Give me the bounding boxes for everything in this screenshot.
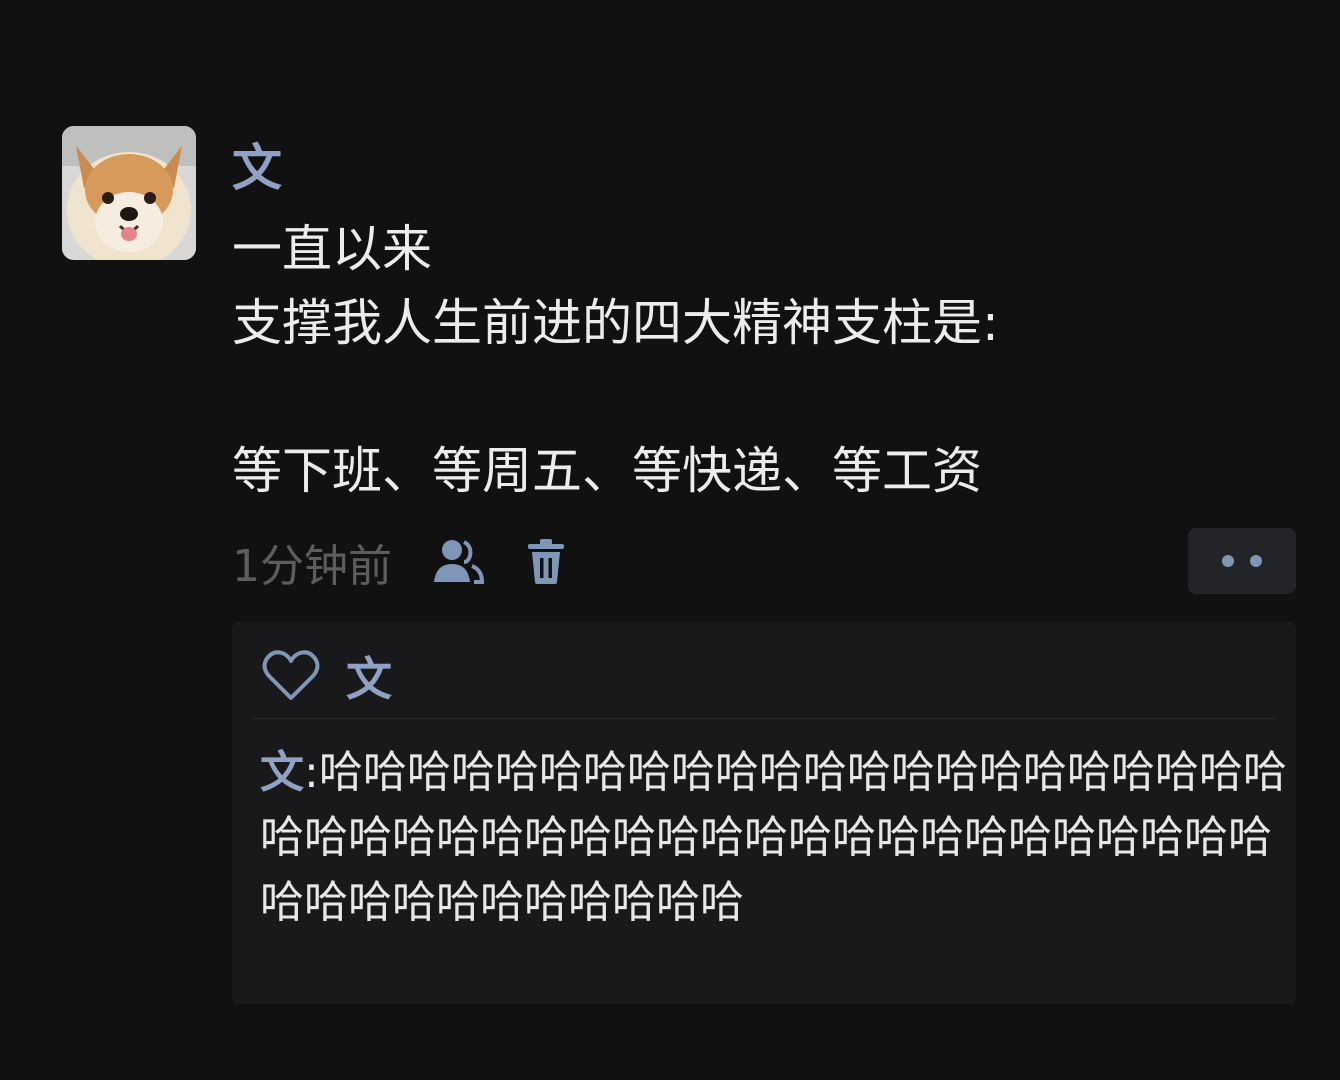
heart-icon bbox=[262, 650, 320, 702]
post-author-name[interactable]: 文 bbox=[232, 136, 282, 200]
person-icon[interactable] bbox=[432, 538, 484, 586]
comment-author[interactable]: 文 bbox=[260, 747, 304, 798]
post-content: 一直以来 支撑我人生前进的四大精神支柱是: 等下班、等周五、等快递、等工资 bbox=[232, 212, 1292, 508]
comment-text: 哈哈哈哈哈哈哈哈哈哈哈哈哈哈哈哈哈哈哈哈哈哈哈哈哈哈哈哈哈哈哈哈哈哈哈哈哈哈哈哈… bbox=[260, 747, 1287, 928]
trash-icon[interactable] bbox=[526, 538, 566, 586]
more-dots-icon bbox=[1250, 555, 1262, 567]
more-options-button[interactable] bbox=[1188, 528, 1296, 594]
post-content-blank-line bbox=[232, 360, 1292, 434]
post-content-line: 支撑我人生前进的四大精神支柱是: bbox=[232, 294, 999, 352]
moment-post: 文 一直以来 支撑我人生前进的四大精神支柱是: 等下班、等周五、等快递、等工资 … bbox=[0, 0, 1340, 1080]
post-timestamp: 1分钟前 bbox=[232, 541, 392, 592]
post-content-line: 等下班、等周五、等快递、等工资 bbox=[232, 442, 982, 500]
interaction-panel: 文 文:哈哈哈哈哈哈哈哈哈哈哈哈哈哈哈哈哈哈哈哈哈哈哈哈哈哈哈哈哈哈哈哈哈哈哈哈… bbox=[232, 622, 1296, 1004]
likes-row: 文 bbox=[262, 646, 392, 706]
divider bbox=[252, 718, 1276, 719]
comment[interactable]: 文:哈哈哈哈哈哈哈哈哈哈哈哈哈哈哈哈哈哈哈哈哈哈哈哈哈哈哈哈哈哈哈哈哈哈哈哈哈哈… bbox=[260, 740, 1290, 935]
liker-name[interactable]: 文 bbox=[346, 643, 392, 709]
dog-avatar[interactable] bbox=[62, 126, 196, 260]
post-meta: 1分钟前 bbox=[232, 530, 566, 594]
post-content-line: 一直以来 bbox=[232, 220, 432, 278]
more-dots-icon bbox=[1222, 555, 1234, 567]
comment-separator: : bbox=[304, 747, 319, 798]
